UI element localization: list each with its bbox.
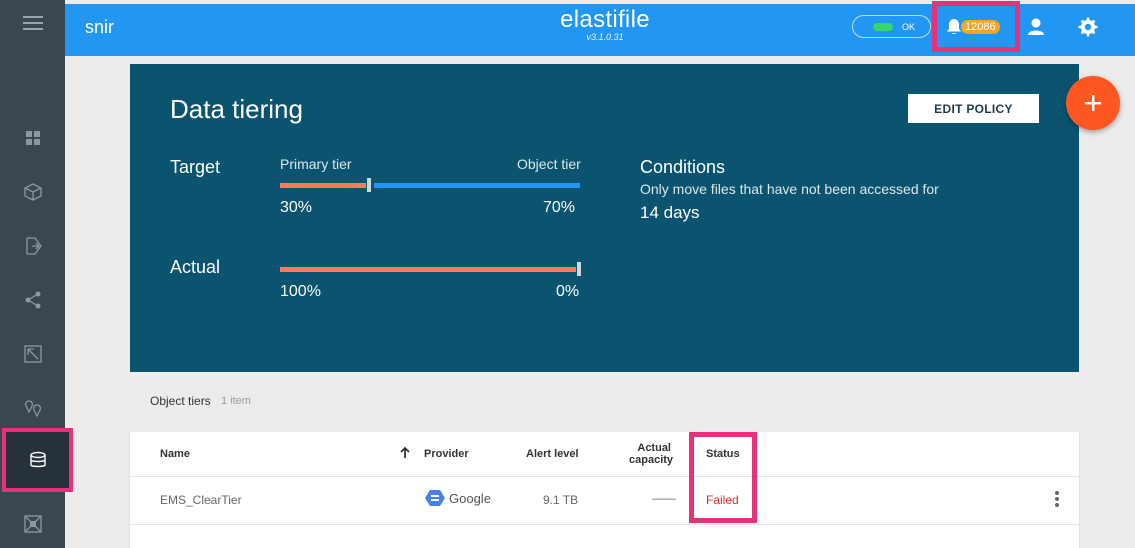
bell-icon	[947, 19, 961, 35]
target-primary-bar	[280, 183, 366, 188]
target-label: Target	[170, 157, 221, 177]
row-divider	[130, 524, 1079, 525]
status-highlight	[689, 432, 757, 523]
header-divider	[130, 476, 1079, 477]
share-icon	[25, 291, 40, 309]
cell-alert-level: 9.1 TB	[543, 493, 579, 507]
data-tiering-icon	[29, 451, 46, 468]
target-slider-handle[interactable]	[367, 178, 371, 192]
column-header-actual-capacity-line1: Actual	[637, 442, 671, 454]
conditions-title: Conditions	[640, 157, 726, 177]
system-status-pill[interactable]: OK	[852, 15, 931, 38]
target-object-percent: 70%	[543, 199, 576, 216]
column-header-actual-capacity-line2: capacity	[629, 454, 674, 466]
google-cloud-icon	[425, 490, 445, 506]
cluster-icon	[23, 515, 42, 533]
alerts-count-badge: 12086	[961, 20, 1000, 34]
top-header: snir elastifile v3.1.0.31 OK 12086	[65, 1, 1135, 56]
provider-name: Google	[449, 490, 491, 506]
snapshot-icon	[23, 345, 42, 363]
sidebar-item-locations[interactable]	[0, 388, 65, 428]
logo-text: elastifile	[560, 6, 650, 33]
object-tiers-count: 1 item	[221, 395, 251, 407]
sidebar-item-dashboard[interactable]	[0, 118, 65, 158]
object-tiers-table: Name Provider Alert level Actual capacit…	[130, 432, 1079, 548]
conditions-description: Only move files that have not been acces…	[640, 181, 939, 197]
column-header-name[interactable]: Name	[160, 448, 190, 460]
conditions-days: 14 days	[640, 203, 700, 222]
account-name[interactable]: snir	[85, 17, 114, 38]
status-label: OK	[902, 21, 916, 32]
sidebar-item-sharing[interactable]	[0, 280, 65, 320]
actual-primary-percent: 100%	[280, 283, 321, 300]
add-button[interactable]	[1066, 76, 1120, 130]
page-title: Data tiering	[170, 94, 303, 124]
object-tier-label: Object tier	[517, 156, 581, 172]
actual-object-percent: 0%	[556, 283, 580, 300]
user-icon[interactable]	[1025, 16, 1047, 38]
object-tiers-title: Object tiers	[150, 394, 211, 408]
more-options-icon[interactable]	[1054, 490, 1060, 508]
dashboard-icon	[25, 131, 40, 145]
locations-icon	[24, 400, 41, 418]
primary-tier-label: Primary tier	[280, 156, 352, 172]
menu-icon[interactable]	[0, 0, 65, 46]
app-logo: elastifile v3.1.0.31	[535, 6, 675, 42]
column-header-alert-level[interactable]: Alert level	[526, 448, 579, 460]
gear-icon[interactable]	[1077, 16, 1099, 38]
status-indicator	[873, 22, 893, 31]
actual-primary-bar	[280, 267, 576, 272]
edit-policy-button[interactable]: EDIT POLICY	[908, 94, 1039, 123]
sort-ascending-icon[interactable]	[399, 447, 411, 459]
sidebar-item-exports[interactable]	[0, 226, 65, 266]
export-icon	[25, 237, 42, 255]
sidebar-item-snapshots[interactable]	[0, 334, 65, 374]
actual-label: Actual	[170, 257, 221, 277]
sidebar	[0, 0, 73, 548]
cube-icon	[23, 183, 42, 201]
plus-icon	[1085, 95, 1101, 111]
column-header-actual-capacity[interactable]: Actual capacity	[629, 442, 674, 466]
sidebar-item-volumes[interactable]	[0, 172, 65, 212]
data-tiering-panel: Data tiering EDIT POLICY Target Primary …	[130, 64, 1079, 372]
actual-level-handle	[577, 262, 581, 276]
target-primary-percent: 30%	[280, 199, 313, 216]
cell-name: EMS_ClearTier	[160, 493, 242, 507]
target-object-bar	[374, 183, 580, 188]
sidebar-item-data-tiering[interactable]	[2, 428, 73, 492]
sidebar-item-cluster[interactable]	[0, 504, 65, 544]
alerts-button[interactable]: 12086	[932, 1, 1020, 52]
cell-actual-capacity: ——	[652, 491, 676, 505]
cell-provider: Google	[425, 489, 491, 507]
version-label: v3.1.0.31	[586, 32, 624, 42]
column-header-provider[interactable]: Provider	[424, 448, 469, 460]
